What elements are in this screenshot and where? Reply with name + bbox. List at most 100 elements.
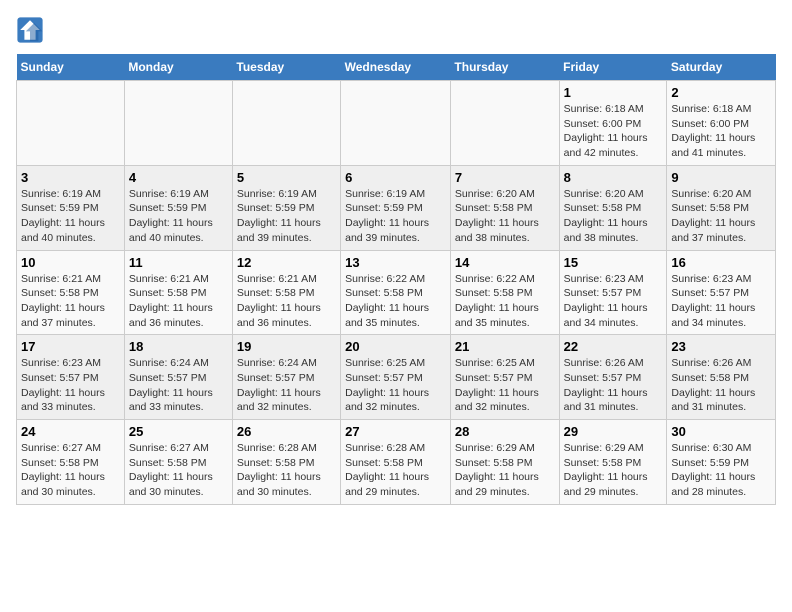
calendar-header-row: SundayMondayTuesdayWednesdayThursdayFrid… (17, 54, 776, 81)
day-info: Sunrise: 6:19 AM Sunset: 5:59 PM Dayligh… (21, 187, 120, 246)
day-info: Sunrise: 6:29 AM Sunset: 5:58 PM Dayligh… (564, 441, 663, 500)
day-number: 21 (455, 339, 555, 354)
calendar-cell: 18Sunrise: 6:24 AM Sunset: 5:57 PM Dayli… (124, 335, 232, 420)
day-info: Sunrise: 6:20 AM Sunset: 5:58 PM Dayligh… (671, 187, 771, 246)
calendar-cell: 20 Sunrise: 6:25 AM Sunset: 5:57 PM Dayli… (341, 335, 451, 420)
calendar-week-row: 24 Sunrise: 6:27 AM Sunset: 5:58 PM Dayli… (17, 420, 776, 505)
calendar-cell: 16 Sunrise: 6:23 AM Sunset: 5:57 PM Dayli… (667, 250, 776, 335)
calendar-cell: 2Sunrise: 6:18 AM Sunset: 6:00 PM Daylig… (667, 81, 776, 166)
calendar-cell: 25 Sunrise: 6:27 AM Sunset: 5:58 PM Dayli… (124, 420, 232, 505)
day-number: 22 (564, 339, 663, 354)
day-info: Sunrise: 6:21 AM Sunset: 5:58 PM Dayligh… (129, 272, 228, 331)
header-saturday: Saturday (667, 54, 776, 81)
day-number: 25 (129, 424, 228, 439)
day-info: Sunrise: 6:29 AM Sunset: 5:58 PM Dayligh… (455, 441, 555, 500)
page-header (16, 16, 776, 44)
calendar-cell (124, 81, 232, 166)
day-number: 7 (455, 170, 555, 185)
calendar-cell: 19 Sunrise: 6:24 AM Sunset: 5:57 PM Dayli… (232, 335, 340, 420)
day-info: Sunrise: 6:19 AM Sunset: 5:59 PM Dayligh… (237, 187, 336, 246)
calendar-cell: 13 Sunrise: 6:22 AM Sunset: 5:58 PM Dayli… (341, 250, 451, 335)
calendar-week-row: 3 Sunrise: 6:19 AM Sunset: 5:59 PM Daylig… (17, 165, 776, 250)
calendar-cell (450, 81, 559, 166)
calendar-cell: 21 Sunrise: 6:25 AM Sunset: 5:57 PM Dayli… (450, 335, 559, 420)
day-number: 13 (345, 255, 446, 270)
calendar-cell: 30 Sunrise: 6:30 AM Sunset: 5:59 PM Dayli… (667, 420, 776, 505)
day-info: Sunrise: 6:23 AM Sunset: 5:57 PM Dayligh… (564, 272, 663, 331)
calendar-cell: 3 Sunrise: 6:19 AM Sunset: 5:59 PM Daylig… (17, 165, 125, 250)
calendar-week-row: 10 Sunrise: 6:21 AM Sunset: 5:58 PM Dayli… (17, 250, 776, 335)
day-info: Sunrise: 6:28 AM Sunset: 5:58 PM Dayligh… (237, 441, 336, 500)
logo (16, 16, 48, 44)
calendar-week-row: 17Sunrise: 6:23 AM Sunset: 5:57 PM Dayli… (17, 335, 776, 420)
calendar-cell: 14 Sunrise: 6:22 AM Sunset: 5:58 PM Dayli… (450, 250, 559, 335)
day-info: Sunrise: 6:24 AM Sunset: 5:57 PM Dayligh… (237, 356, 336, 415)
day-number: 11 (129, 255, 228, 270)
day-number: 6 (345, 170, 446, 185)
calendar-cell: 15Sunrise: 6:23 AM Sunset: 5:57 PM Dayli… (559, 250, 667, 335)
day-info: Sunrise: 6:25 AM Sunset: 5:57 PM Dayligh… (455, 356, 555, 415)
day-info: Sunrise: 6:20 AM Sunset: 5:58 PM Dayligh… (455, 187, 555, 246)
calendar-cell: 11 Sunrise: 6:21 AM Sunset: 5:58 PM Dayli… (124, 250, 232, 335)
day-number: 4 (129, 170, 228, 185)
day-info: Sunrise: 6:22 AM Sunset: 5:58 PM Dayligh… (455, 272, 555, 331)
calendar-table: SundayMondayTuesdayWednesdayThursdayFrid… (16, 54, 776, 505)
header-friday: Friday (559, 54, 667, 81)
day-number: 30 (671, 424, 771, 439)
calendar-cell: 10 Sunrise: 6:21 AM Sunset: 5:58 PM Dayli… (17, 250, 125, 335)
calendar-cell: 27Sunrise: 6:28 AM Sunset: 5:58 PM Dayli… (341, 420, 451, 505)
header-tuesday: Tuesday (232, 54, 340, 81)
header-sunday: Sunday (17, 54, 125, 81)
day-info: Sunrise: 6:22 AM Sunset: 5:58 PM Dayligh… (345, 272, 446, 331)
calendar-cell: 5 Sunrise: 6:19 AM Sunset: 5:59 PM Daylig… (232, 165, 340, 250)
calendar-cell: 12Sunrise: 6:21 AM Sunset: 5:58 PM Dayli… (232, 250, 340, 335)
calendar-cell (232, 81, 340, 166)
calendar-cell: 6 Sunrise: 6:19 AM Sunset: 5:59 PM Daylig… (341, 165, 451, 250)
calendar-cell: 9Sunrise: 6:20 AM Sunset: 5:58 PM Daylig… (667, 165, 776, 250)
day-number: 19 (237, 339, 336, 354)
day-number: 1 (564, 85, 663, 100)
calendar-cell: 1 Sunrise: 6:18 AM Sunset: 6:00 PM Daylig… (559, 81, 667, 166)
day-info: Sunrise: 6:23 AM Sunset: 5:57 PM Dayligh… (21, 356, 120, 415)
day-info: Sunrise: 6:27 AM Sunset: 5:58 PM Dayligh… (129, 441, 228, 500)
day-number: 12 (237, 255, 336, 270)
day-info: Sunrise: 6:25 AM Sunset: 5:57 PM Dayligh… (345, 356, 446, 415)
day-info: Sunrise: 6:19 AM Sunset: 5:59 PM Dayligh… (345, 187, 446, 246)
calendar-cell: 24 Sunrise: 6:27 AM Sunset: 5:58 PM Dayli… (17, 420, 125, 505)
calendar-cell: 28 Sunrise: 6:29 AM Sunset: 5:58 PM Dayli… (450, 420, 559, 505)
calendar-cell: 8 Sunrise: 6:20 AM Sunset: 5:58 PM Daylig… (559, 165, 667, 250)
day-info: Sunrise: 6:30 AM Sunset: 5:59 PM Dayligh… (671, 441, 771, 500)
day-info: Sunrise: 6:18 AM Sunset: 6:00 PM Dayligh… (671, 102, 771, 161)
day-number: 20 (345, 339, 446, 354)
day-info: Sunrise: 6:20 AM Sunset: 5:58 PM Dayligh… (564, 187, 663, 246)
day-number: 23 (671, 339, 771, 354)
day-info: Sunrise: 6:28 AM Sunset: 5:58 PM Dayligh… (345, 441, 446, 500)
calendar-week-row: 1 Sunrise: 6:18 AM Sunset: 6:00 PM Daylig… (17, 81, 776, 166)
day-number: 28 (455, 424, 555, 439)
day-info: Sunrise: 6:18 AM Sunset: 6:00 PM Dayligh… (564, 102, 663, 161)
logo-icon (16, 16, 44, 44)
day-number: 24 (21, 424, 120, 439)
calendar-cell: 29 Sunrise: 6:29 AM Sunset: 5:58 PM Dayli… (559, 420, 667, 505)
calendar-cell (341, 81, 451, 166)
day-number: 29 (564, 424, 663, 439)
day-info: Sunrise: 6:21 AM Sunset: 5:58 PM Dayligh… (21, 272, 120, 331)
day-number: 10 (21, 255, 120, 270)
day-info: Sunrise: 6:23 AM Sunset: 5:57 PM Dayligh… (671, 272, 771, 331)
day-info: Sunrise: 6:27 AM Sunset: 5:58 PM Dayligh… (21, 441, 120, 500)
day-number: 8 (564, 170, 663, 185)
day-number: 14 (455, 255, 555, 270)
calendar-cell: 22 Sunrise: 6:26 AM Sunset: 5:57 PM Dayli… (559, 335, 667, 420)
calendar-cell: 7 Sunrise: 6:20 AM Sunset: 5:58 PM Daylig… (450, 165, 559, 250)
header-wednesday: Wednesday (341, 54, 451, 81)
day-number: 16 (671, 255, 771, 270)
day-info: Sunrise: 6:26 AM Sunset: 5:57 PM Dayligh… (564, 356, 663, 415)
calendar-cell: 4 Sunrise: 6:19 AM Sunset: 5:59 PM Daylig… (124, 165, 232, 250)
day-info: Sunrise: 6:19 AM Sunset: 5:59 PM Dayligh… (129, 187, 228, 246)
day-number: 3 (21, 170, 120, 185)
calendar-cell: 17Sunrise: 6:23 AM Sunset: 5:57 PM Dayli… (17, 335, 125, 420)
calendar-cell (17, 81, 125, 166)
day-info: Sunrise: 6:26 AM Sunset: 5:58 PM Dayligh… (671, 356, 771, 415)
day-number: 5 (237, 170, 336, 185)
day-number: 26 (237, 424, 336, 439)
